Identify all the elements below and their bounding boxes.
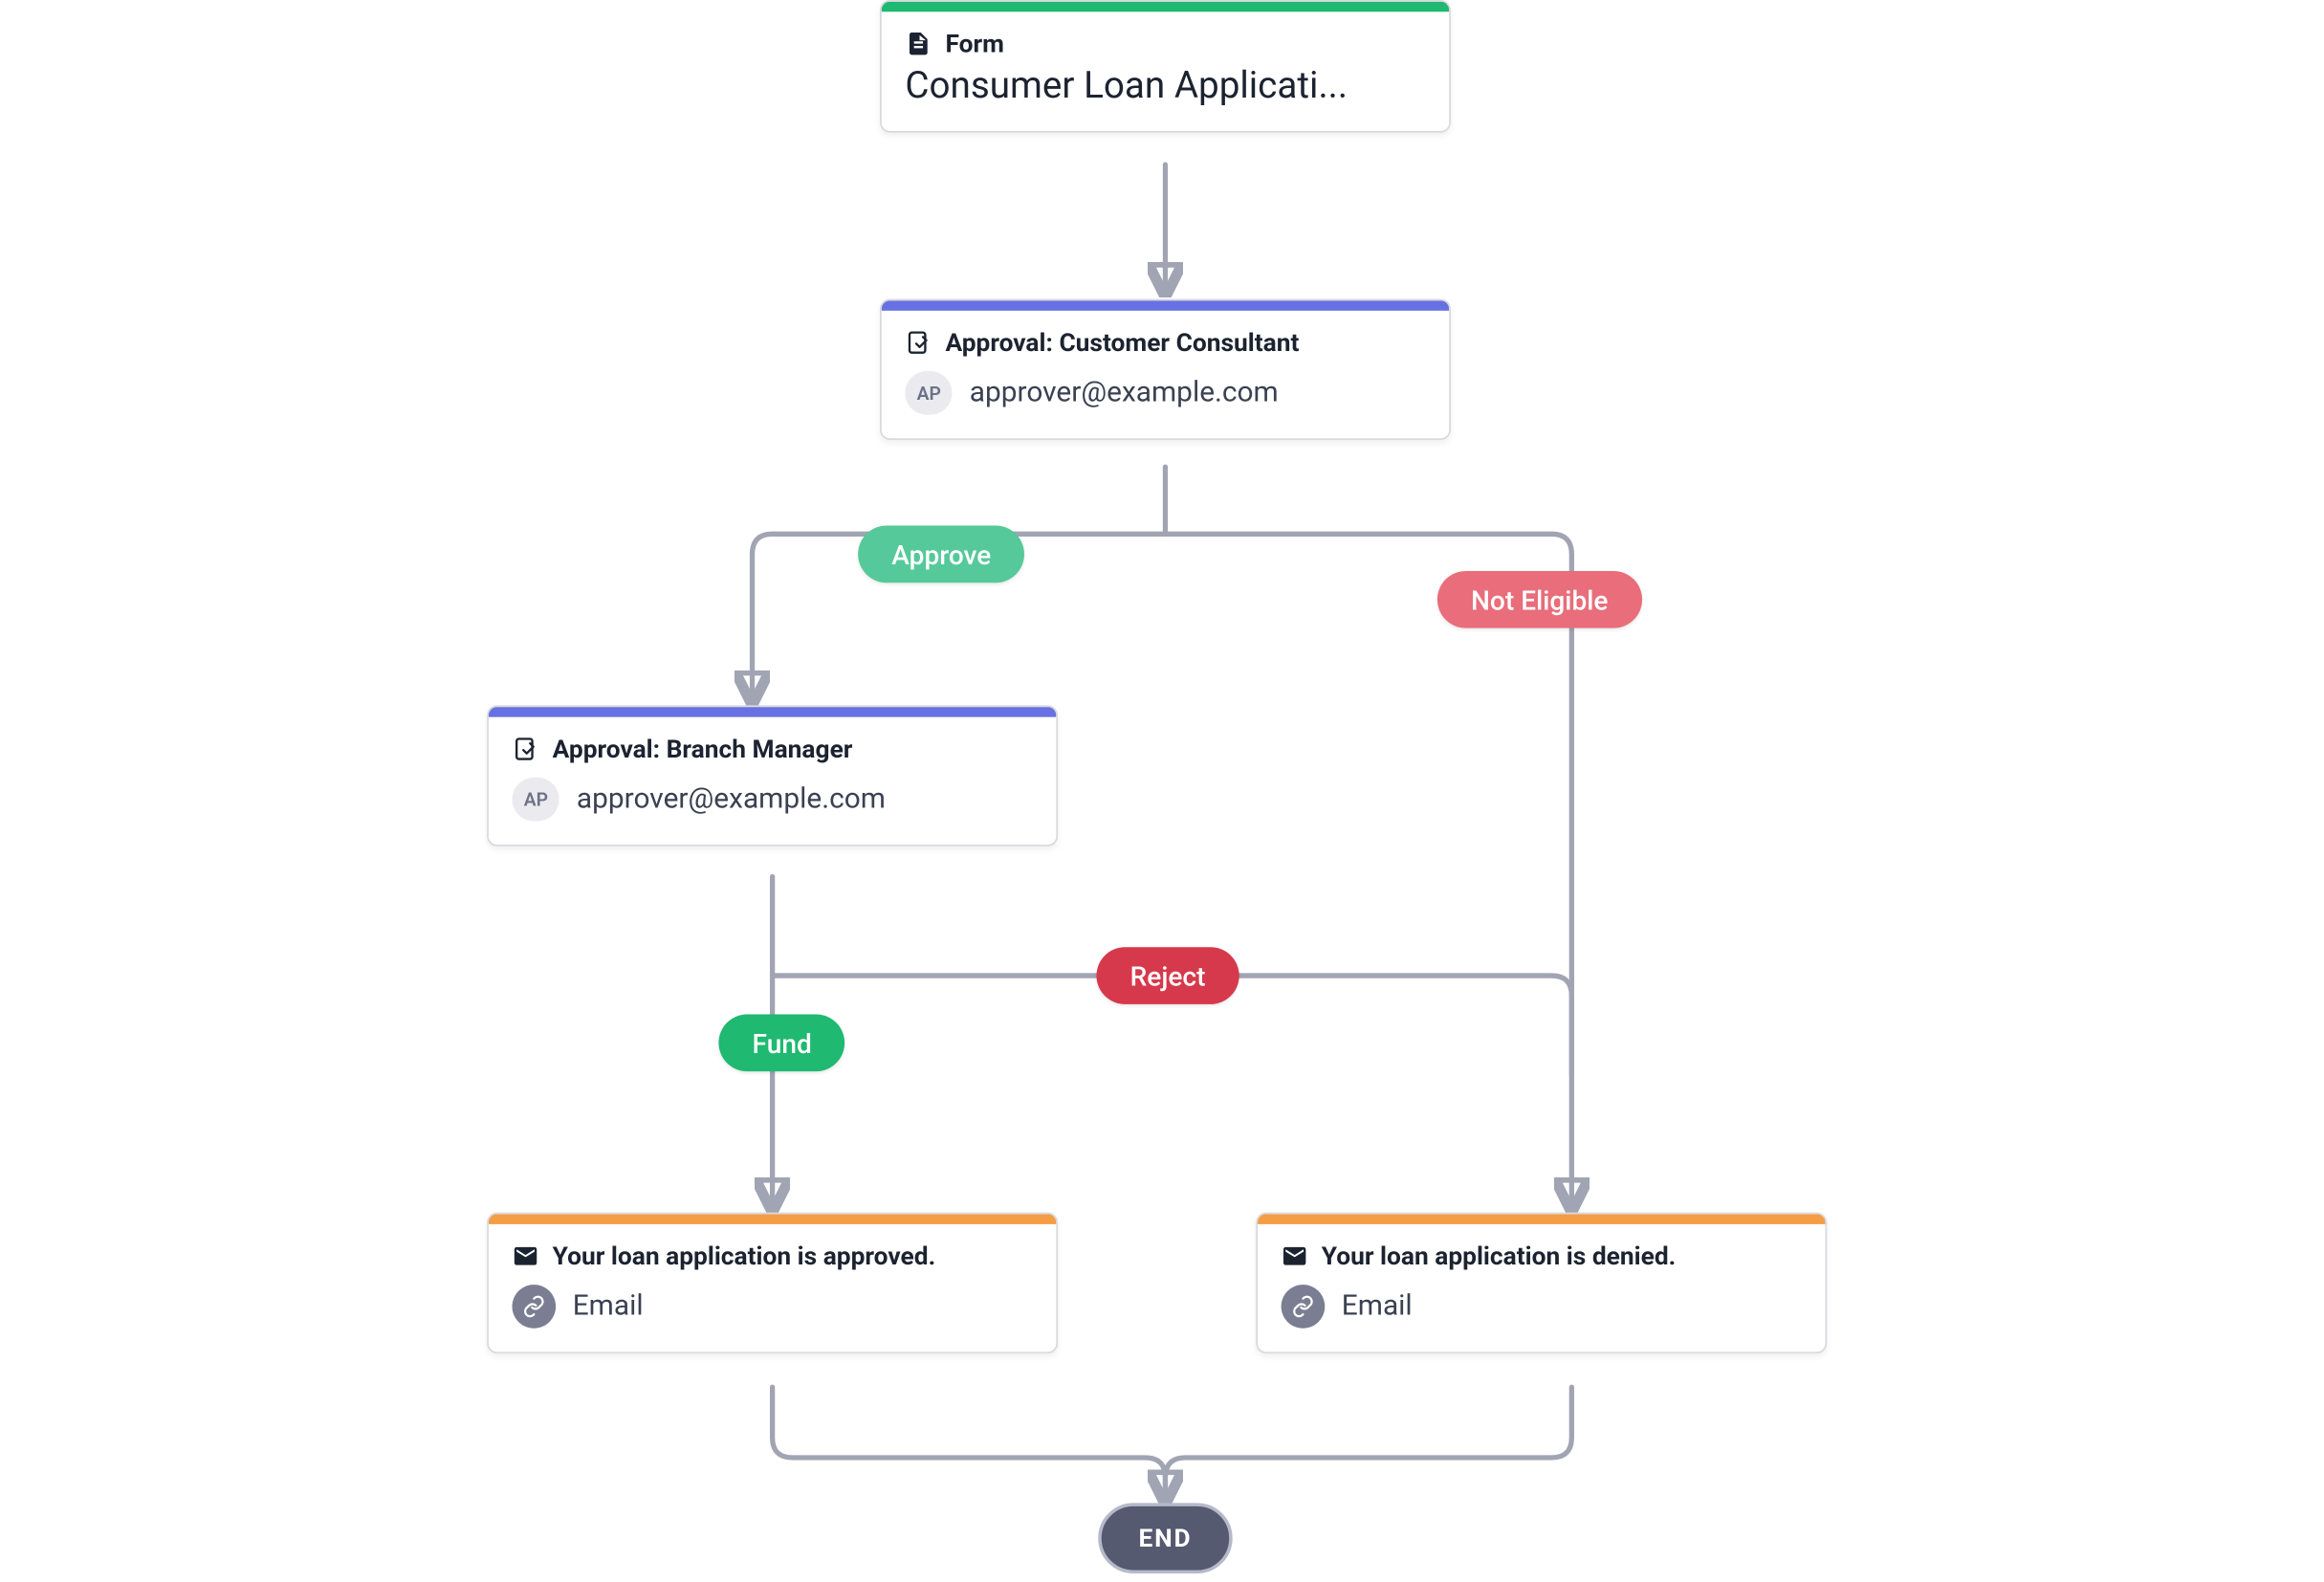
node-header: Approval: Branch Manager [489,717,1056,768]
node-accent-bar [882,2,1449,12]
avatar-chip: AP [905,371,953,415]
branch-label-reject: Reject [1096,947,1239,1004]
approver-email: approver@example.com [970,376,1279,409]
approver-email: approver@example.com [577,782,886,816]
node-accent-bar [882,300,1449,311]
link-icon [512,1285,556,1329]
form-icon [905,31,932,57]
node-header: Approval: Customer Consultant [882,311,1449,362]
node-form[interactable]: Form Consumer Loan Applicati... [880,0,1451,133]
node-accent-bar [1258,1214,1825,1224]
node-channel-row: Email [1258,1275,1825,1352]
node-approver-row: AP approver@example.com [489,767,1056,845]
node-title: Your loan application is denied. [1322,1241,1677,1271]
node-header: Your loan application is approved. [489,1224,1056,1275]
mail-icon [512,1242,538,1269]
node-end[interactable]: END [1098,1503,1232,1573]
avatar-chip: AP [512,778,559,822]
node-title: Your loan application is approved. [553,1241,936,1271]
branch-label-not-eligible: Not Eligible [1437,571,1642,628]
branch-label-approve: Approve [858,526,1024,583]
node-header: Form [882,11,1449,62]
node-accent-bar [489,707,1056,717]
approval-icon [905,329,932,356]
approval-icon [512,736,538,762]
node-email-approved[interactable]: Your loan application is approved. Email [487,1213,1058,1353]
node-type-label: Form [945,29,1004,59]
channel-label: Email [1342,1289,1413,1323]
node-approval-customer-consultant[interactable]: Approval: Customer Consultant AP approve… [880,299,1451,440]
node-approval-branch-manager[interactable]: Approval: Branch Manager AP approver@exa… [487,705,1058,846]
channel-label: Email [573,1289,644,1323]
node-title: Consumer Loan Applicati... [882,62,1449,131]
node-channel-row: Email [489,1275,1056,1352]
workflow-canvas: Form Consumer Loan Applicati... Approval… [0,0,2324,1582]
node-accent-bar [489,1214,1056,1224]
connectors [0,0,2324,1582]
node-title: Approval: Customer Consultant [945,327,1299,358]
branch-label-fund: Fund [718,1014,845,1071]
mail-icon [1282,1242,1308,1269]
node-email-denied[interactable]: Your loan application is denied. Email [1256,1213,1827,1353]
link-icon [1282,1285,1326,1329]
node-title: Approval: Branch Manager [553,734,853,764]
node-approver-row: AP approver@example.com [882,361,1449,438]
node-header: Your loan application is denied. [1258,1224,1825,1275]
